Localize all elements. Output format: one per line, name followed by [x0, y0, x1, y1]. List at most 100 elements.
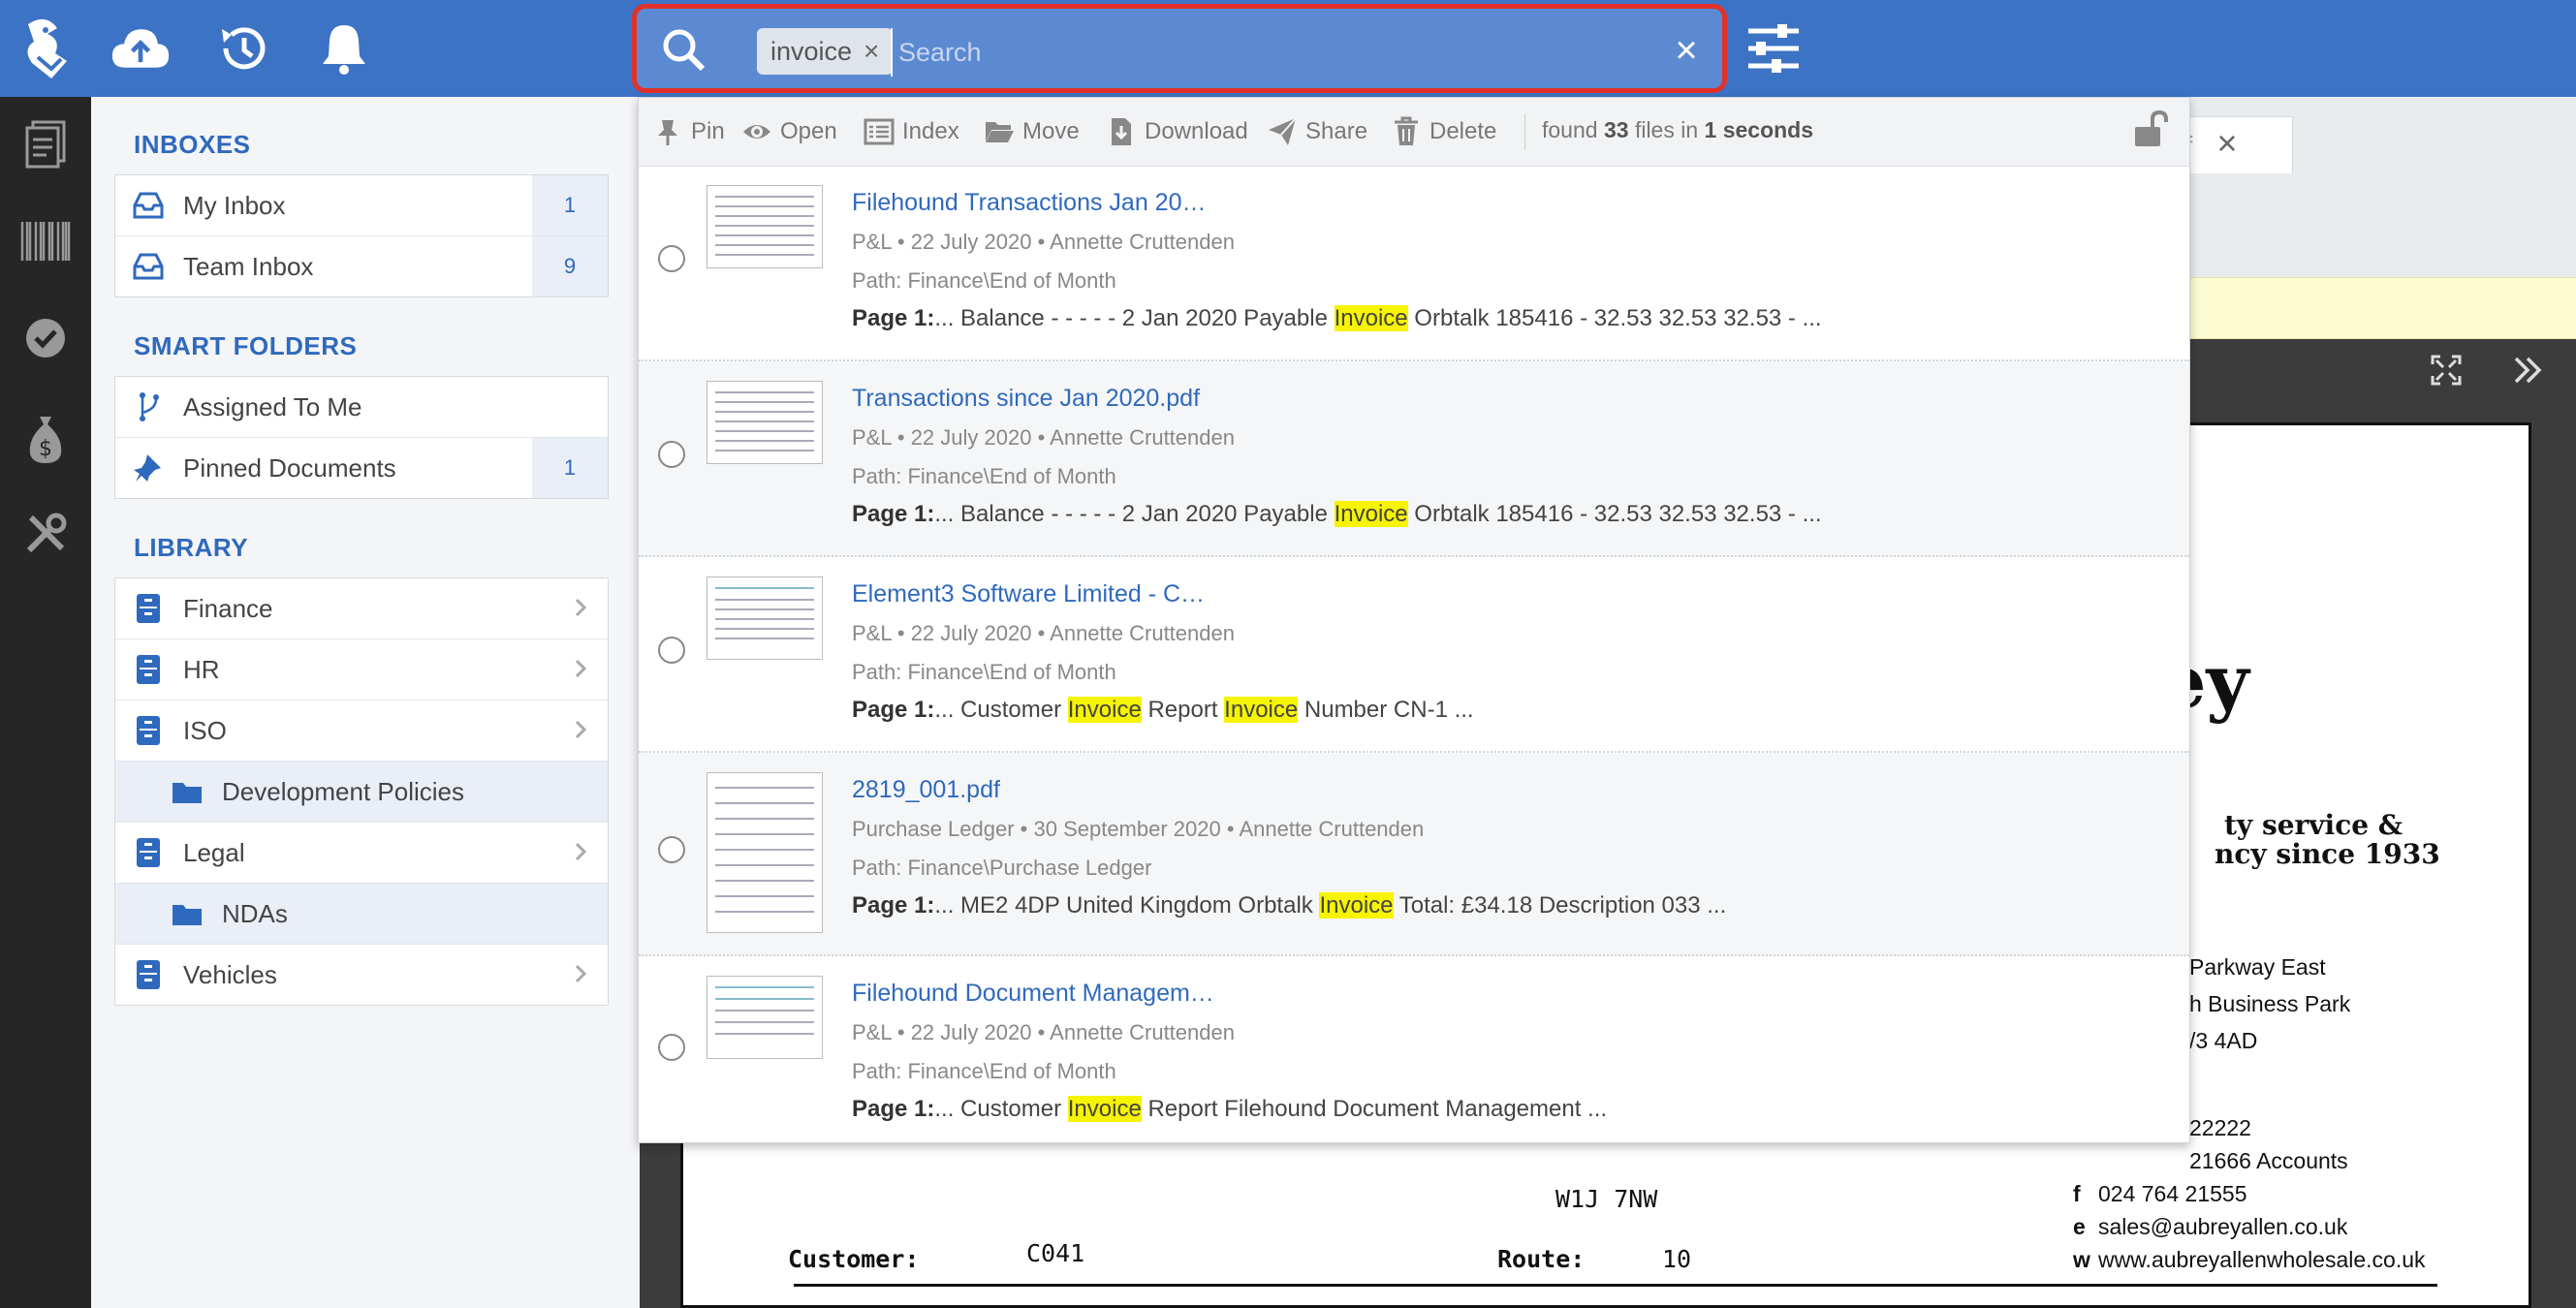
sidebar-item-pinned[interactable]: Pinned Documents 1 — [115, 438, 608, 498]
toolbar-separator — [1524, 113, 1525, 150]
search-highlight: Invoice — [1334, 305, 1408, 331]
search-result[interactable]: Element3 Software Limited - C… P&L • 22 … — [639, 557, 2189, 753]
search-highlight: Invoice — [1067, 1096, 1142, 1122]
fullscreen-icon[interactable] — [2431, 355, 2462, 386]
select-radio[interactable] — [658, 441, 685, 468]
select-radio[interactable] — [658, 637, 685, 664]
document-thumbnail — [707, 576, 823, 660]
sidebar-item-label: NDAs — [222, 898, 288, 928]
folder-icon — [168, 894, 206, 933]
sidebar-item-vehicles[interactable]: Vehicles — [115, 945, 608, 1005]
open-button[interactable]: Open — [741, 115, 837, 148]
result-snippet: Page 1:... ME2 4DP United Kingdom Orbtal… — [852, 892, 1727, 919]
search-chip[interactable]: invoice × — [757, 28, 894, 75]
result-meta: Purchase Ledger • 30 September 2020 • An… — [852, 817, 1425, 841]
cabinet-icon — [129, 650, 168, 689]
smart-folders-list: Assigned To Me Pinned Documents 1 — [114, 376, 609, 499]
download-button[interactable]: Download — [1106, 115, 1248, 148]
documents-icon[interactable] — [17, 116, 74, 172]
close-tab-icon[interactable]: × — [2208, 123, 2246, 163]
barcode-icon[interactable] — [17, 213, 74, 269]
search-result[interactable]: Transactions since Jan 2020.pdf P&L • 22… — [639, 361, 2189, 557]
list-icon — [864, 118, 895, 145]
notice-bar — [2188, 277, 2576, 339]
select-radio[interactable] — [658, 245, 685, 272]
left-rail — [0, 0, 91, 1308]
sidebar-item-finance[interactable]: Finance — [115, 578, 608, 639]
sidebar-item-label: ISO — [183, 715, 227, 745]
sidebar-item-iso[interactable]: ISO — [115, 701, 608, 762]
search-result[interactable]: Filehound Transactions Jan 20… P&L • 22 … — [639, 166, 2189, 361]
delete-button[interactable]: Delete — [1391, 115, 1496, 148]
pin-icon — [129, 449, 168, 487]
search-input[interactable] — [891, 28, 1501, 77]
sidebar-item-team-inbox[interactable]: Team Inbox 9 — [115, 236, 608, 296]
document-thumbnail — [707, 976, 823, 1059]
search-icon[interactable] — [660, 26, 708, 75]
result-title[interactable]: Filehound Document Managem… — [852, 980, 1214, 1008]
inbox-icon — [129, 186, 168, 225]
result-snippet: Page 1:... Customer Invoice Report Fileh… — [852, 1096, 1608, 1122]
money-bag-icon[interactable]: $ — [17, 411, 74, 467]
upload-cloud-icon[interactable] — [110, 21, 171, 76]
unlock-icon[interactable] — [2131, 109, 2170, 148]
document-thumbnail — [707, 185, 823, 268]
document-thumbnail — [707, 381, 823, 464]
index-button[interactable]: Index — [864, 115, 959, 148]
folder-icon — [168, 772, 206, 811]
divider — [794, 1284, 2437, 1287]
double-chevron-right-icon[interactable] — [2512, 355, 2545, 386]
hound-logo-icon — [27, 18, 68, 78]
cabinet-icon — [129, 589, 168, 628]
sidebar: INBOXES My Inbox 1 Team Inbox 9 SMART FO… — [91, 97, 640, 1308]
result-snippet: Page 1:... Customer Invoice Report Invoi… — [852, 697, 1474, 723]
result-snippet: Page 1:... Balance - - - - - 2 Jan 2020 … — [852, 501, 1822, 527]
sidebar-item-ndas[interactable]: NDAs — [115, 884, 608, 945]
result-title[interactable]: 2819_001.pdf — [852, 776, 1000, 804]
search-highlight: Invoice — [1067, 697, 1142, 723]
trash-icon — [1395, 116, 1418, 145]
inboxes-heading: INBOXES — [134, 130, 251, 159]
sidebar-item-legal[interactable]: Legal — [115, 823, 608, 884]
customer-label: Customer: — [788, 1245, 920, 1273]
search-result[interactable]: Filehound Document Managem… P&L • 22 Jul… — [639, 956, 2189, 1142]
tools-icon[interactable] — [17, 506, 74, 562]
bell-icon[interactable] — [314, 21, 374, 76]
search-result[interactable]: 2819_001.pdf Purchase Ledger • 30 Septem… — [639, 753, 2189, 956]
app-logo[interactable] — [0, 0, 91, 97]
select-radio[interactable] — [658, 836, 685, 863]
search-chip-label: invoice — [770, 36, 853, 66]
chevron-right-icon — [575, 659, 587, 678]
move-button[interactable]: Move — [984, 115, 1080, 148]
result-meta: P&L • 22 July 2020 • Annette Cruttenden — [852, 621, 1235, 645]
download-file-icon — [1112, 118, 1131, 145]
inboxes-list: My Inbox 1 Team Inbox 9 — [114, 174, 609, 297]
route-label: Route: — [1497, 1245, 1586, 1273]
library-list: Finance HR ISO Development Policies Lega… — [114, 577, 609, 1006]
history-icon[interactable] — [213, 21, 273, 76]
sidebar-item-label: Team Inbox — [183, 251, 314, 281]
chevron-right-icon — [575, 842, 587, 861]
results-count: found 33 files in 1 seconds — [1542, 117, 1814, 142]
sidebar-item-my-inbox[interactable]: My Inbox 1 — [115, 175, 608, 236]
select-radio[interactable] — [658, 1034, 685, 1061]
sidebar-item-label: Vehicles — [183, 959, 277, 989]
clear-search-icon[interactable]: × — [1662, 26, 1711, 75]
result-title[interactable]: Element3 Software Limited - C… — [852, 580, 1205, 608]
letterhead-contact: 21666 Accounts 22222 f 024 764 21555 e sal… — [2073, 1115, 2426, 1272]
sidebar-item-label: HR — [183, 654, 220, 684]
sidebar-item-hr[interactable]: HR — [115, 639, 608, 701]
search-highlight: Invoice — [1319, 892, 1394, 919]
sidebar-item-assigned[interactable]: Assigned To Me — [115, 377, 608, 438]
pin-button[interactable]: Pin — [652, 115, 725, 148]
result-path: Path: Finance\Purchase Ledger — [852, 856, 1152, 880]
chip-remove-icon[interactable]: × — [864, 36, 879, 67]
sidebar-item-label: Finance — [183, 593, 273, 623]
share-button[interactable]: Share — [1267, 115, 1367, 148]
sidebar-item-development-policies[interactable]: Development Policies — [115, 762, 608, 823]
result-title[interactable]: Transactions since Jan 2020.pdf — [852, 385, 1200, 413]
filter-sliders-icon[interactable] — [1744, 21, 1803, 76]
result-meta: P&L • 22 July 2020 • Annette Cruttenden — [852, 230, 1235, 254]
check-icon[interactable] — [17, 310, 74, 366]
result-title[interactable]: Filehound Transactions Jan 20… — [852, 189, 1207, 217]
